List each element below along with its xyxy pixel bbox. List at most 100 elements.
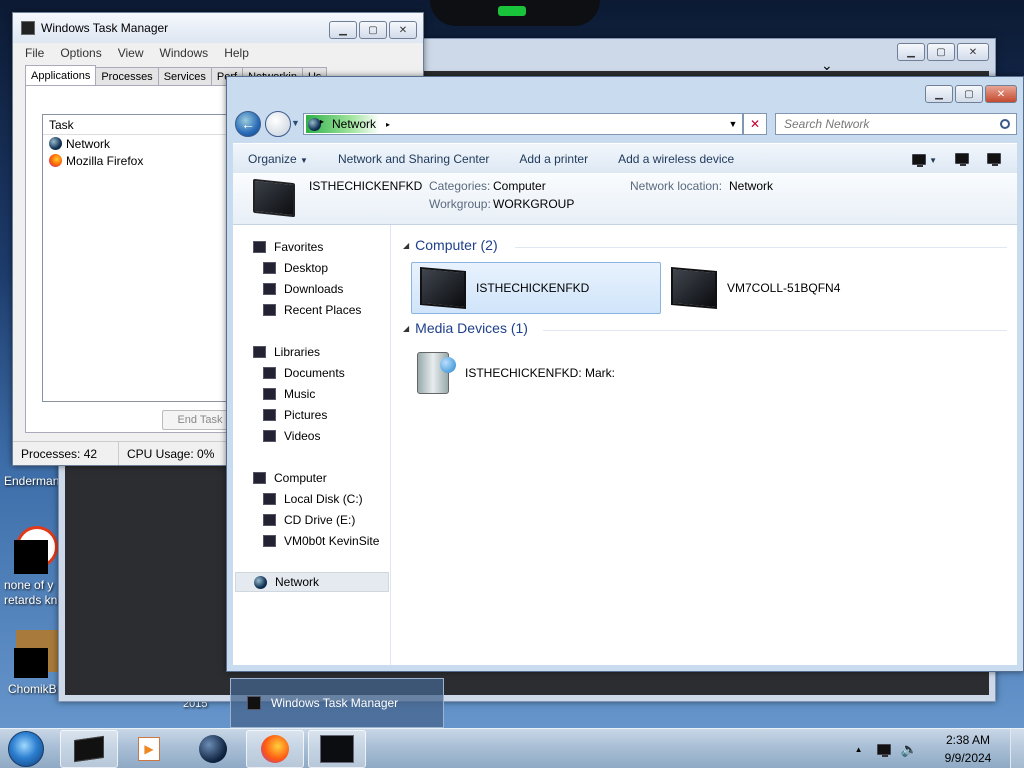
close-button[interactable]: ✕ <box>957 43 989 61</box>
network-tray-icon[interactable] <box>876 743 891 757</box>
computer-item-vm7coll[interactable]: VM7COLL-51BQFN4 <box>665 262 915 314</box>
minimize-button[interactable]: ▁ <box>925 85 953 103</box>
minimize-button[interactable]: ▁ <box>897 43 925 61</box>
add-printer-button[interactable]: Add a printer <box>504 152 603 166</box>
firefox-icon <box>261 735 289 763</box>
nav-label: Network <box>275 575 320 589</box>
chevron-down-icon: ▼ <box>300 155 308 165</box>
menu-options[interactable]: Options <box>60 46 101 60</box>
menu-file[interactable]: File <box>25 46 44 60</box>
maximize-button[interactable]: ▢ <box>927 43 955 61</box>
nav-label: Documents <box>284 366 345 380</box>
media-player-icon: ▶ <box>138 737 160 761</box>
add-wireless-device-button[interactable]: Add a wireless device <box>603 152 749 166</box>
computer-icon <box>253 472 266 484</box>
folder-icon <box>74 735 104 763</box>
nav-network[interactable]: Network <box>235 572 389 592</box>
forward-button[interactable] <box>265 111 291 137</box>
nav-label: Pictures <box>284 408 328 422</box>
group-header-computer[interactable]: ◢ Computer (2) <box>403 237 498 253</box>
address-bar[interactable]: ▸ Network ▸ ▼ <box>303 113 743 135</box>
desktop-icon-enderman[interactable]: Enderman <box>0 468 60 496</box>
breadcrumb[interactable]: ▸ Network <box>306 115 381 133</box>
desktop-icon-chomik[interactable]: ChomikB <box>0 630 60 700</box>
breadcrumb-network[interactable]: Network <box>332 117 376 131</box>
task-name: Network <box>66 136 111 151</box>
tab-applications[interactable]: Applications <box>25 65 97 86</box>
menu-view[interactable]: View <box>118 46 144 60</box>
computer-item-isthechickenfkd[interactable]: ISTHECHICKENFKD <box>411 262 661 314</box>
desktop-icon-label: Enderman <box>4 474 60 488</box>
start-button[interactable] <box>8 731 44 767</box>
cd-drive-icon <box>263 514 276 526</box>
organize-button[interactable]: Organize ▼ <box>233 152 323 166</box>
search-placeholder: Search Network <box>784 117 870 131</box>
back-button[interactable]: ← <box>235 111 261 137</box>
desktop-icon-none-of-y[interactable]: none of y retards kn <box>0 524 60 614</box>
organize-label: Organize <box>248 151 297 166</box>
menu-help[interactable]: Help <box>224 46 249 60</box>
taskbar-explorer[interactable] <box>60 730 118 768</box>
close-button[interactable]: ✕ <box>985 85 1017 103</box>
recent-pages-dropdown-icon[interactable]: ▼ <box>291 118 300 128</box>
help-icon[interactable] <box>987 153 1001 166</box>
group-header-media-devices[interactable]: ◢ Media Devices (1) <box>403 320 528 336</box>
nav-recent-places[interactable]: Recent Places <box>263 300 361 320</box>
taskbar-media-player[interactable]: ▶ <box>120 730 178 768</box>
nav-desktop[interactable]: Desktop <box>263 258 328 278</box>
taskbar-thumbnail-preview[interactable]: Windows Task Manager <box>230 678 444 728</box>
task-manager-icon <box>320 735 354 763</box>
nav-downloads[interactable]: Downloads <box>263 279 343 299</box>
stop-icon[interactable]: ✕ <box>743 113 767 135</box>
notification-area: ▲ 🔈 2:38 AM 9/9/2024 <box>855 729 1024 768</box>
show-hidden-icons-icon[interactable]: ▲ <box>855 745 863 754</box>
close-button[interactable]: ✕ <box>389 21 417 39</box>
breadcrumb-chevron-icon[interactable]: ▸ <box>386 120 390 129</box>
media-item-isthechickenfkd[interactable]: ISTHECHICKENFKD: Mark: <box>417 347 677 399</box>
explorer-window[interactable]: ▁ ▢ ✕ ← ▼ ▸ Network ▸ ▼ ✕ Search Network… <box>226 76 1024 672</box>
nav-computer[interactable]: Computer <box>253 468 327 488</box>
nav-label: Downloads <box>284 282 344 296</box>
recent-places-icon <box>263 304 276 316</box>
green-led <box>498 6 526 16</box>
command-bar: Organize ▼ Network and Sharing Center Ad… <box>233 143 1017 173</box>
nav-favorites[interactable]: Favorites <box>253 237 323 257</box>
taskbar-network[interactable] <box>184 730 242 768</box>
nav-vm-site[interactable]: VM0b0t KevinSite <box>263 531 379 551</box>
nav-libraries[interactable]: Libraries <box>253 342 320 362</box>
menu-windows[interactable]: Windows <box>160 46 209 60</box>
clock[interactable]: 2:38 AM 9/9/2024 <box>926 731 1010 767</box>
taskbar-task-manager[interactable] <box>308 730 366 768</box>
network-sharing-center-button[interactable]: Network and Sharing Center <box>323 152 504 166</box>
maximize-button[interactable]: ▢ <box>359 21 387 39</box>
downloads-icon <box>263 283 276 295</box>
nav-videos[interactable]: Videos <box>263 426 320 446</box>
nav-local-disk[interactable]: Local Disk (C:) <box>263 489 363 509</box>
address-dropdown-icon[interactable]: ▼ <box>724 119 742 129</box>
change-view-button[interactable]: ▼ <box>911 152 937 167</box>
nav-pictures[interactable]: Pictures <box>263 405 327 425</box>
desktop-icon-label: none of y retards kn <box>4 578 58 607</box>
tab-services[interactable]: Services <box>157 67 212 86</box>
show-desktop-button[interactable] <box>1010 729 1024 768</box>
preview-pane-icon[interactable] <box>955 153 969 166</box>
search-icon[interactable] <box>1000 119 1010 129</box>
group-label: Computer (2) <box>415 237 498 253</box>
group-divider <box>515 247 1007 248</box>
network-drive-icon <box>263 535 276 547</box>
nav-label: Music <box>284 387 316 401</box>
search-input[interactable]: Search Network <box>775 113 1017 135</box>
speaker-icon[interactable]: 🔈 <box>901 741 918 758</box>
tab-processes[interactable]: Processes <box>95 67 159 86</box>
videos-icon <box>263 430 276 442</box>
nav-cd-drive[interactable]: CD Drive (E:) <box>263 510 355 530</box>
maximize-button[interactable]: ▢ <box>955 85 983 103</box>
nav-label: VM0b0t KevinSite <box>284 534 380 548</box>
minimize-button[interactable]: ▁ <box>329 21 357 39</box>
window-controls: ▁ ▢ ✕ <box>925 85 1017 103</box>
nav-music[interactable]: Music <box>263 384 315 404</box>
globe-icon <box>199 735 227 763</box>
nav-documents[interactable]: Documents <box>263 363 345 383</box>
taskbar-firefox[interactable] <box>246 730 304 768</box>
media-server-icon <box>417 352 456 394</box>
